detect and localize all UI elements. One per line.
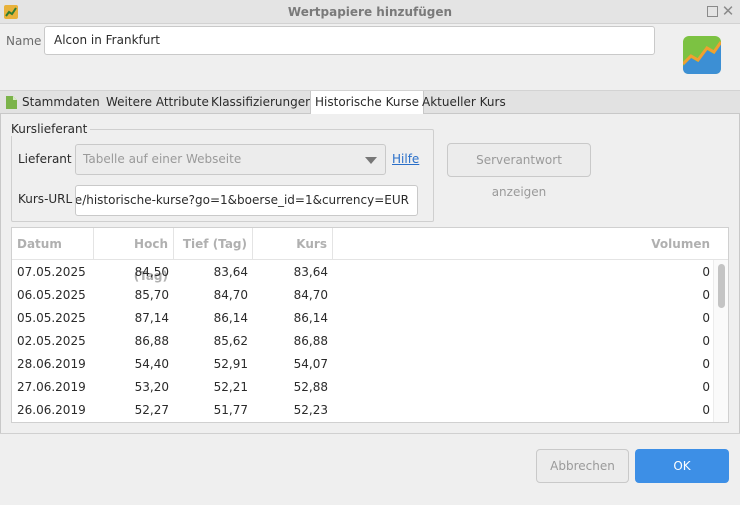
group-title: Kurslieferant — [11, 122, 91, 136]
name-label: Name — [6, 34, 42, 48]
column-header-hoch[interactable]: Hoch (Tag) — [94, 228, 174, 283]
chart-logo-icon — [683, 36, 721, 74]
url-value: kurse/historische-kurse?go=1&boerse_id=1… — [75, 193, 409, 207]
tab-label: Historische Kurse — [315, 95, 420, 109]
tab-bar: Stammdaten Weitere Attribute Klassifizie… — [0, 90, 740, 115]
cell-kurs: 84,70 — [293, 288, 328, 302]
column-header-tief[interactable]: Tief (Tag) — [174, 228, 253, 260]
tab-label: Aktueller Kurs — [422, 95, 506, 109]
cell-kurs: 86,14 — [293, 311, 328, 325]
cell-tief: 52,91 — [213, 357, 248, 371]
cell-hoch: 54,40 — [134, 357, 169, 371]
table-row[interactable]: 26.06.2019 52,27 51,77 52,23 0 — [12, 399, 714, 422]
table-row[interactable]: 28.06.2019 54,40 52,91 54,07 0 — [12, 353, 714, 376]
tab-klassifizierungen[interactable]: Klassifizierungen — [207, 91, 317, 114]
help-link[interactable]: Hilfe — [392, 152, 419, 166]
cell-volumen: 0 — [702, 265, 710, 279]
cell-hoch: 52,27 — [134, 403, 169, 417]
column-header-datum[interactable]: Datum — [12, 228, 94, 260]
cell-tief: 85,62 — [213, 334, 248, 348]
cancel-button[interactable]: Abbrechen — [536, 449, 629, 483]
server-response-button[interactable]: Serverantwort anzeigen — [447, 143, 591, 199]
cell-hoch: 86,88 — [134, 334, 169, 348]
cell-kurs: 86,88 — [293, 334, 328, 348]
cell-kurs: 54,07 — [293, 357, 328, 371]
table-row[interactable]: 27.06.2019 53,20 52,21 52,88 0 — [12, 376, 714, 399]
cell-datum: 06.05.2025 — [17, 288, 86, 302]
lieferant-value: Tabelle auf einer Webseite — [83, 152, 242, 166]
cell-kurs: 52,23 — [293, 403, 328, 417]
url-input[interactable]: kurse/historische-kurse?go=1&boerse_id=1… — [75, 185, 418, 216]
cell-tief: 84,70 — [213, 288, 248, 302]
cell-datum: 26.06.2019 — [17, 403, 86, 417]
tab-stammdaten[interactable]: Stammdaten — [0, 91, 102, 114]
tab-aktueller-kurs[interactable]: Aktueller Kurs — [418, 91, 510, 114]
price-table: Datum Hoch (Tag) Tief (Tag) Kurs Volumen… — [11, 227, 729, 423]
cell-kurs: 83,64 — [293, 265, 328, 279]
lieferant-select[interactable]: Tabelle auf einer Webseite — [75, 144, 386, 175]
cell-tief: 51,77 — [213, 403, 248, 417]
lieferant-label: Lieferant — [18, 152, 72, 166]
document-icon — [6, 96, 17, 109]
url-label: Kurs-URL — [18, 192, 73, 206]
cell-hoch: 84,50 — [134, 265, 169, 279]
tab-label: Stammdaten — [22, 95, 100, 109]
cell-datum: 05.05.2025 — [17, 311, 86, 325]
table-header: Datum Hoch (Tag) Tief (Tag) Kurs Volumen — [12, 228, 728, 283]
table-row[interactable]: 05.05.2025 87,14 86,14 86,14 0 — [12, 307, 714, 330]
cell-datum: 27.06.2019 — [17, 380, 86, 394]
cell-datum: 28.06.2019 — [17, 357, 86, 371]
tab-historische-kurse[interactable]: Historische Kurse — [310, 91, 425, 115]
chevron-down-icon — [365, 157, 377, 164]
table-row[interactable]: 06.05.2025 85,70 84,70 84,70 0 — [12, 284, 714, 307]
cell-volumen: 0 — [702, 334, 710, 348]
table-row[interactable]: 02.05.2025 86,88 85,62 86,88 0 — [12, 330, 714, 353]
cell-volumen: 0 — [702, 403, 710, 417]
window-title: Wertpapiere hinzufügen — [287, 5, 453, 19]
vertical-scrollbar[interactable] — [713, 260, 728, 422]
cell-volumen: 0 — [702, 357, 710, 371]
table-row[interactable]: 07.05.2025 84,50 83,64 83,64 0 — [12, 261, 714, 284]
cell-volumen: 0 — [702, 288, 710, 302]
maximize-icon[interactable] — [707, 6, 718, 17]
cell-tief: 83,64 — [213, 265, 248, 279]
cell-datum: 02.05.2025 — [17, 334, 86, 348]
column-header-kurs[interactable]: Kurs — [253, 228, 333, 260]
cell-hoch: 53,20 — [134, 380, 169, 394]
ok-button[interactable]: OK — [635, 449, 729, 483]
title-bar: Wertpapiere hinzufügen ✕ — [0, 0, 740, 24]
footer-divider — [0, 433, 740, 434]
cell-tief: 86,14 — [213, 311, 248, 325]
cell-kurs: 52,88 — [293, 380, 328, 394]
cell-hoch: 85,70 — [134, 288, 169, 302]
tab-label: Weitere Attribute — [106, 95, 209, 109]
column-header-volumen[interactable]: Volumen — [333, 228, 715, 260]
scrollbar-thumb[interactable] — [718, 264, 725, 308]
cell-datum: 07.05.2025 — [17, 265, 86, 279]
tab-label: Klassifizierungen — [211, 95, 313, 109]
cell-hoch: 87,14 — [134, 311, 169, 325]
cell-volumen: 0 — [702, 311, 710, 325]
name-input[interactable]: Alcon in Frankfurt — [44, 26, 655, 55]
cell-tief: 52,21 — [213, 380, 248, 394]
close-icon[interactable]: ✕ — [721, 3, 735, 19]
cell-volumen: 0 — [702, 380, 710, 394]
tab-weitere-attribute[interactable]: Weitere Attribute — [102, 91, 213, 114]
